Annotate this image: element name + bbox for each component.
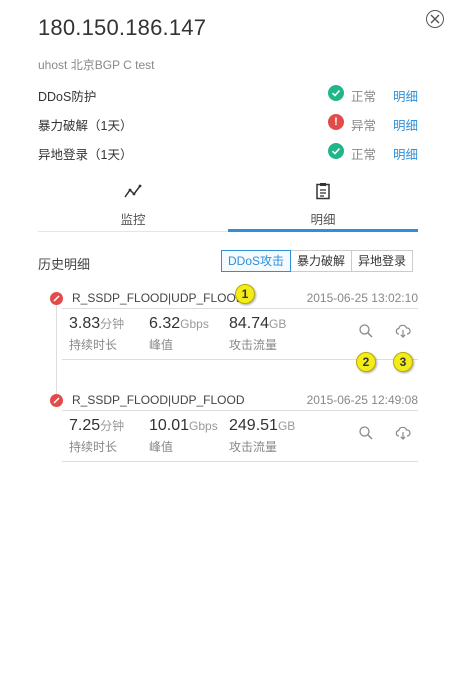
- metric-label: 攻击流量: [229, 338, 278, 352]
- host-subtitle: uhost 北京BGP C test: [38, 58, 155, 72]
- metric-unit: GB: [277, 419, 296, 433]
- check-icon: [328, 85, 344, 101]
- metric-unit: Gbps: [180, 317, 209, 331]
- tab-label: 监控: [120, 213, 146, 227]
- status-text: 异常: [351, 119, 377, 133]
- event-type: R_SSDP_FLOOD|UDP_FLOOD: [72, 291, 245, 305]
- metric-value: 6.32: [149, 315, 181, 332]
- metric-value: 249.51: [229, 417, 278, 434]
- clipboard-icon: [316, 183, 330, 200]
- metric-value: 10.01: [149, 417, 190, 434]
- metric-unit: 分钟: [100, 419, 125, 433]
- event-card: 7.25分钟 持续时长 10.01Gbps 峰值 249.51GB 攻击流量: [62, 410, 418, 462]
- status-label: 异地登录（1天）: [38, 148, 133, 162]
- filter-bruteforce[interactable]: 暴力破解: [290, 250, 353, 272]
- status-label: DDoS防护: [38, 90, 97, 104]
- status-row-bruteforce: 暴力破解（1天） ! 异常 明细: [38, 113, 418, 133]
- tab-monitor[interactable]: 监控: [38, 178, 228, 232]
- exclamation-icon: !: [328, 114, 344, 130]
- detail-link-ddos[interactable]: 明细: [393, 86, 418, 105]
- filter-ddos[interactable]: DDoS攻击: [221, 250, 292, 272]
- ip-title: 180.150.186.147: [38, 15, 207, 40]
- metric-value: 84.74: [229, 315, 270, 332]
- annotation-badge-1: 1: [235, 284, 255, 304]
- status-text: 正常: [351, 90, 377, 104]
- metric-value: 3.83: [69, 315, 101, 332]
- metric-peak: 10.01Gbps 峰值: [149, 417, 218, 455]
- detail-link-remote-login[interactable]: 明细: [393, 144, 418, 163]
- event-time: 2015-06-25 13:02:10: [306, 291, 418, 305]
- metric-unit: Gbps: [189, 419, 218, 433]
- tab-label: 明细: [310, 213, 336, 227]
- filter-remote-login[interactable]: 异地登录: [351, 250, 414, 272]
- metric-traffic: 84.74GB 攻击流量: [229, 315, 286, 353]
- metric-label: 峰值: [149, 338, 174, 352]
- metric-unit: GB: [269, 317, 287, 331]
- search-icon[interactable]: [358, 323, 374, 339]
- metric-peak: 6.32Gbps 峰值: [149, 315, 209, 353]
- metric-value: 7.25: [69, 417, 101, 434]
- search-icon[interactable]: [358, 425, 374, 441]
- status-label: 暴力破解（1天）: [38, 119, 133, 133]
- close-icon: [430, 14, 440, 24]
- metric-label: 攻击流量: [229, 440, 278, 454]
- cloud-download-icon[interactable]: [395, 323, 411, 339]
- annotation-badge-2: 2: [356, 352, 376, 372]
- metric-duration: 3.83分钟 持续时长: [69, 315, 124, 353]
- metric-label: 峰值: [149, 440, 174, 454]
- detail-link-bruteforce[interactable]: 明细: [393, 115, 418, 134]
- alert-dot-icon: [50, 292, 63, 305]
- metric-label: 持续时长: [69, 440, 118, 454]
- event-type: R_SSDP_FLOOD|UDP_FLOOD: [72, 393, 245, 407]
- tab-bar: 监控 明细: [38, 178, 418, 232]
- metric-label: 持续时长: [69, 338, 118, 352]
- metric-traffic: 249.51GB 攻击流量: [229, 417, 295, 455]
- filter-group: DDoS攻击 暴力破解 异地登录: [221, 250, 414, 272]
- event-time: 2015-06-25 12:49:08: [306, 393, 418, 407]
- alert-dot-icon: [50, 394, 63, 407]
- timeline-line: [56, 298, 57, 398]
- annotation-badge-3: 3: [393, 352, 413, 372]
- check-icon: [328, 143, 344, 159]
- status-text: 正常: [351, 148, 377, 162]
- line-chart-icon: [124, 184, 142, 198]
- close-button[interactable]: [426, 10, 444, 28]
- status-row-remote-login: 异地登录（1天） 正常 明细: [38, 142, 418, 162]
- status-row-ddos: DDoS防护 正常 明细: [38, 84, 418, 104]
- cloud-download-icon[interactable]: [395, 425, 411, 441]
- metric-duration: 7.25分钟 持续时长: [69, 417, 124, 455]
- metric-unit: 分钟: [100, 317, 125, 331]
- history-title: 历史明细: [38, 257, 91, 272]
- tab-details[interactable]: 明细: [228, 178, 418, 232]
